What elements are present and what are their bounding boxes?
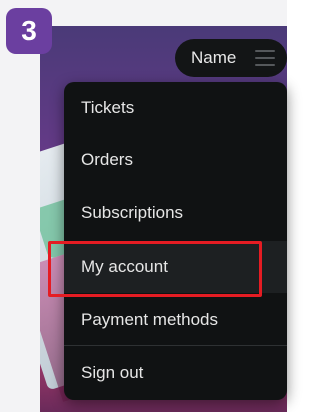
menu-item-orders[interactable]: Orders [64, 134, 287, 186]
account-menu-button[interactable]: Name [175, 39, 287, 77]
user-name-label: Name [191, 48, 237, 67]
menu-item-subscriptions[interactable]: Subscriptions [64, 187, 287, 239]
step-number-badge: 3 [6, 8, 52, 54]
hamburger-icon [255, 50, 275, 66]
highlight-annotation [48, 241, 262, 297]
menu-item-tickets[interactable]: Tickets [64, 82, 287, 134]
menu-item-sign-out[interactable]: Sign out [64, 347, 287, 399]
menu-divider [64, 345, 287, 346]
menu-item-payment-methods[interactable]: Payment methods [64, 294, 287, 346]
